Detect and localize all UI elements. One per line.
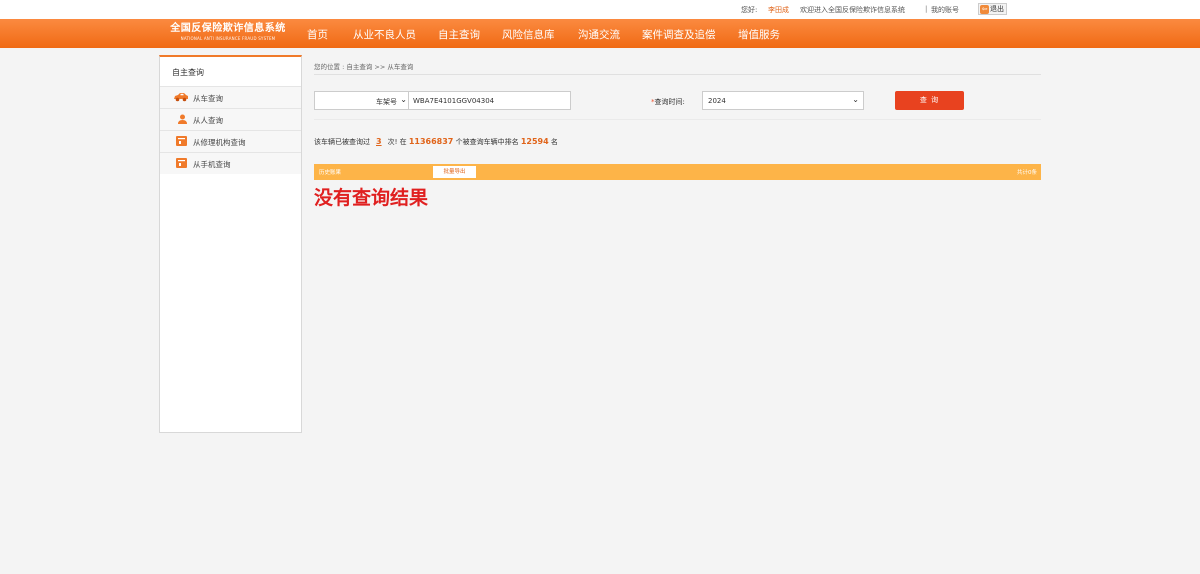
query-stats: 该车辆已被查询过 3 次! 在 11366837 个被查询车辆中排名 12594 名 bbox=[314, 137, 558, 147]
nav-item-value-added[interactable]: 增值服务 bbox=[738, 27, 780, 42]
sidebar-item-repair-shop-query[interactable]: 从修理机构查询 bbox=[160, 130, 301, 152]
nav-item-bad-personnel[interactable]: 从业不良人员 bbox=[353, 27, 416, 42]
stats-mid1: 次! 在 bbox=[387, 138, 407, 146]
my-account-link[interactable]: 我的账号 bbox=[931, 5, 959, 15]
total-vehicles: 11366837 bbox=[408, 137, 454, 146]
greeting-text: 您好: bbox=[741, 6, 758, 14]
sidebar-item-label: 从车查询 bbox=[193, 94, 223, 103]
logout-icon: ⇦ bbox=[980, 4, 989, 14]
logo-subtitle: NATIONAL ANTI INSURANCE FRAUD SYSTEM bbox=[180, 36, 276, 41]
sidebar-item-vehicle-query[interactable]: 从车查询 bbox=[160, 86, 301, 108]
stats-suffix: 名 bbox=[550, 138, 558, 146]
nav-item-home[interactable]: 首页 bbox=[307, 27, 328, 42]
sidebar-item-label: 从修理机构查询 bbox=[193, 138, 246, 147]
breadcrumb: 您的位置 : 自主查询 >> 从车查询 bbox=[314, 63, 414, 71]
chevron-down-icon: ⌄ bbox=[852, 95, 859, 104]
result-total: 共计0条 bbox=[1017, 170, 1037, 176]
top-bar: 您好: 李田成 欢迎进入全国反保险欺诈信息系统 | 我的账号 ⇦ 退出 bbox=[0, 0, 1200, 19]
year-select[interactable]: 2024 ⌄ bbox=[702, 91, 864, 110]
no-result-message: 没有查询结果 bbox=[314, 187, 429, 209]
nav-item-case-investigation[interactable]: 案件调查及追偿 bbox=[642, 27, 716, 42]
person-icon bbox=[178, 114, 187, 124]
query-time-label: *查询时间: bbox=[651, 97, 685, 107]
site-logo[interactable]: 全国反保险欺诈信息系统 NATIONAL ANTI INSURANCE FRAU… bbox=[168, 23, 288, 45]
username-link[interactable]: 李田成 bbox=[768, 5, 789, 15]
vin-input[interactable]: WBA7E4101GGV04304 bbox=[408, 91, 571, 110]
phone-icon bbox=[176, 158, 187, 168]
sidebar-item-label: 从人查询 bbox=[193, 116, 223, 125]
nav-item-risk-database[interactable]: 风险信息库 bbox=[502, 27, 555, 42]
sidebar: 自主查询 从车查询 从人查询 从修理机构查询 从手机查询 bbox=[159, 55, 302, 433]
result-bar-title: 历史账果 bbox=[319, 170, 342, 176]
sidebar-item-person-query[interactable]: 从人查询 bbox=[160, 108, 301, 130]
separator: | bbox=[925, 5, 928, 13]
rank-value: 12594 bbox=[520, 137, 549, 146]
stats-mid2: 个被查询车辆中排名 bbox=[455, 138, 519, 146]
query-time-label-text: 查询时间: bbox=[654, 98, 685, 106]
content-container: 自主查询 从车查询 从人查询 从修理机构查询 从手机查询 您的位置: 自主查询… bbox=[159, 55, 1042, 433]
query-type-select[interactable]: 车架号 ⌄ bbox=[314, 91, 410, 110]
welcome-text: 欢迎进入全国反保险欺诈信息系统 bbox=[800, 6, 905, 14]
car-icon bbox=[174, 93, 188, 102]
sidebar-item-phone-query[interactable]: 从手机查询 bbox=[160, 152, 301, 174]
query-count-link[interactable]: 3 bbox=[376, 137, 382, 146]
nav-item-communication[interactable]: 沟通交流 bbox=[578, 27, 620, 42]
main-nav: 全国反保险欺诈信息系统 NATIONAL ANTI INSURANCE FRAU… bbox=[0, 19, 1200, 48]
chevron-down-icon: ⌄ bbox=[400, 95, 407, 104]
batch-export-button[interactable]: 批量导出 bbox=[433, 166, 476, 178]
divider bbox=[314, 74, 1041, 75]
year-value: 2024 bbox=[708, 97, 726, 105]
repair-shop-icon bbox=[176, 136, 187, 146]
logo-title: 全国反保险欺诈信息系统 bbox=[170, 23, 286, 34]
stats-prefix: 该车辆已被查询过 bbox=[314, 138, 370, 146]
sidebar-item-label: 从手机查询 bbox=[193, 160, 231, 169]
query-type-value: 车架号 bbox=[376, 98, 397, 106]
main-panel: 您的位置 : 自主查询 >> 从车查询 车架号 ⌄ WBA7E4101GGV04… bbox=[314, 55, 1042, 433]
divider bbox=[314, 119, 1041, 120]
logout-button[interactable]: ⇦ 退出 bbox=[978, 3, 1007, 15]
nav-item-self-query[interactable]: 自主查询 bbox=[438, 27, 480, 42]
query-button[interactable]: 查 询 bbox=[895, 91, 964, 110]
logout-label: 退出 bbox=[990, 5, 1004, 13]
sidebar-title: 自主查询 bbox=[172, 68, 204, 77]
result-header-bar: 历史账果 批量导出 共计0条 bbox=[314, 164, 1041, 180]
